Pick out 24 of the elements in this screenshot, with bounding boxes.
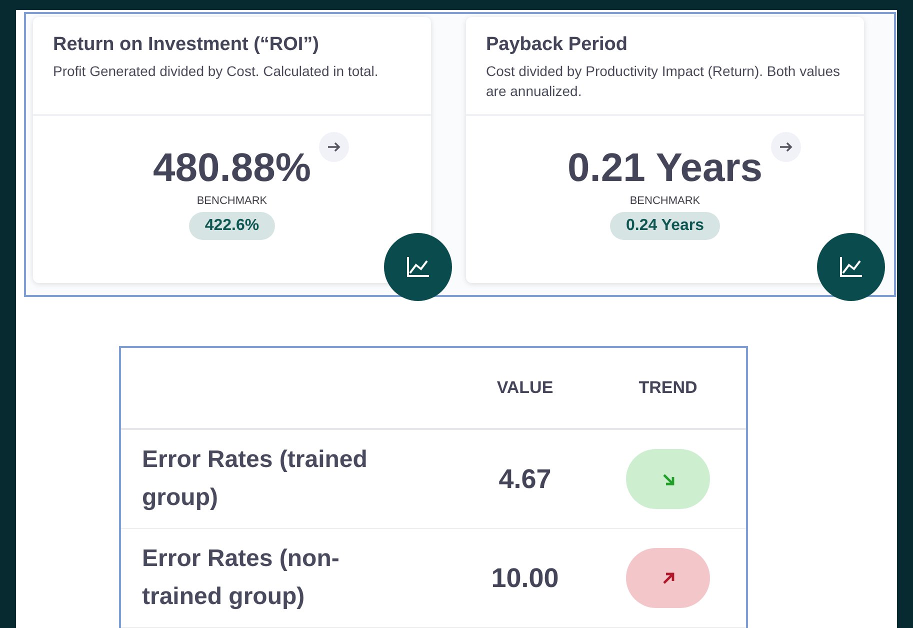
- benchmark-label: BENCHMARK: [630, 196, 700, 207]
- card-title: Payback Period: [486, 33, 629, 57]
- arrow-button[interactable]: [318, 132, 349, 162]
- card-description: Profit Generated divided by Cost. Calculated in total.: [53, 62, 380, 81]
- up-arrow-icon: [660, 570, 676, 586]
- arrow-button[interactable]: [770, 132, 801, 162]
- row-label: Error Rates (trained group): [141, 445, 368, 513]
- row-label: Error Rates (non-trained group): [141, 544, 340, 612]
- benchmark-badge: 422.6%: [188, 212, 276, 240]
- benchmark-label: BENCHMARK: [196, 196, 268, 207]
- down-arrow-icon: [660, 472, 676, 486]
- metric-value: 0.21 Years: [567, 148, 763, 188]
- card-title: Return on Investment (“ROI”): [53, 33, 320, 57]
- card-description: Cost divided by Productivity Impact (Return). Both values are annualized.: [486, 62, 842, 101]
- right-arrow-icon: [326, 142, 341, 152]
- column-header: TREND: [638, 377, 698, 400]
- line-chart-icon: [839, 256, 863, 278]
- row-value: 10.00: [490, 562, 560, 595]
- metric-value: 480.88%: [153, 148, 311, 188]
- row-value: 4.67: [498, 462, 552, 496]
- column-header: VALUE: [496, 377, 554, 400]
- benchmark-badge: 0.24 Years: [610, 212, 720, 240]
- right-arrow-icon: [778, 142, 793, 152]
- line-chart-icon: [406, 256, 430, 278]
